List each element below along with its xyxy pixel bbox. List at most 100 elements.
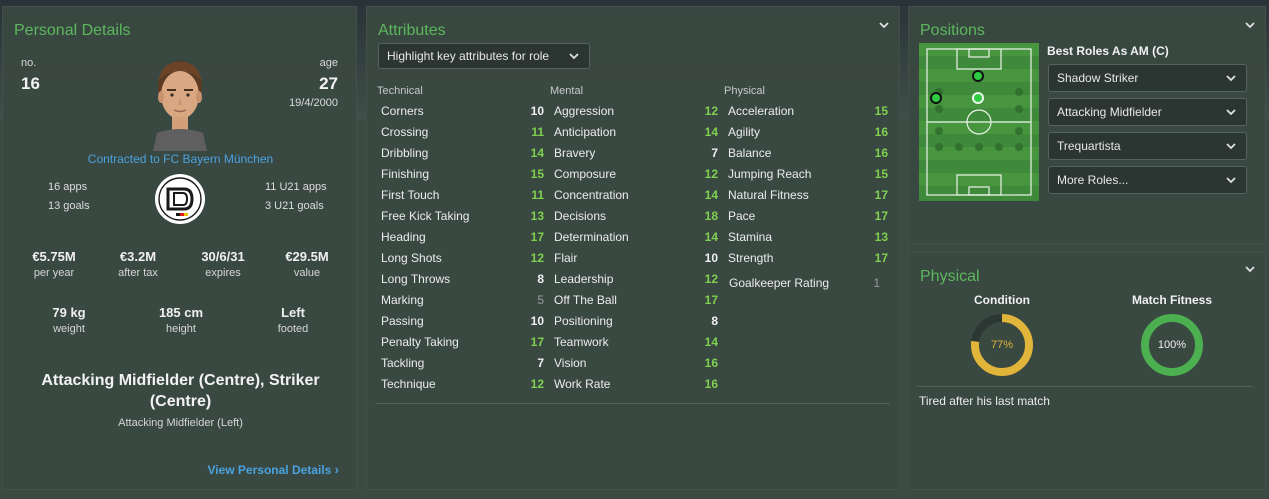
attribute-name: Free Kick Taking xyxy=(381,209,470,223)
role-dropdown-trequartista[interactable]: Trequartista xyxy=(1048,132,1247,160)
primary-positions: Attacking Midfielder (Centre), Striker (… xyxy=(41,372,320,410)
attribute-value: 17 xyxy=(874,188,888,202)
mental-attribute-row[interactable]: Concentration 14 xyxy=(550,185,722,206)
technical-attribute-row[interactable]: Heading 17 xyxy=(377,227,548,248)
attribute-name: Jumping Reach xyxy=(728,167,812,181)
role-dropdown-attacking-midfielder[interactable]: Attacking Midfielder xyxy=(1048,98,1247,126)
attributes-collapse-chevron-icon[interactable] xyxy=(877,18,891,32)
number-value: 16 xyxy=(21,74,40,93)
physical-attribute-row[interactable]: Pace 17 xyxy=(724,206,892,227)
physical-attribute-row[interactable]: Jumping Reach 15 xyxy=(724,164,892,185)
mental-attribute-row[interactable]: Flair 10 xyxy=(550,248,722,269)
attribute-value: 14 xyxy=(704,125,718,139)
attribute-name: Anticipation xyxy=(554,125,617,139)
attribute-name: Balance xyxy=(728,146,772,160)
technical-attribute-row[interactable]: Technique 12 xyxy=(377,374,548,395)
attribute-value: 12 xyxy=(704,272,718,286)
technical-attribute-row[interactable]: Long Throws 8 xyxy=(377,269,548,290)
attribute-name: Agility xyxy=(728,125,761,139)
mental-attribute-row[interactable]: Leadership 12 xyxy=(550,269,722,290)
attribute-name: Marking xyxy=(381,293,424,307)
mental-attribute-row[interactable]: Bravery 7 xyxy=(550,143,722,164)
physical-attribute-row[interactable]: Natural Fitness 17 xyxy=(724,185,892,206)
attribute-value: 16 xyxy=(874,146,888,160)
technical-attribute-row[interactable]: Free Kick Taking 13 xyxy=(377,206,548,227)
role-dropdown-shadow-striker[interactable]: Shadow Striker xyxy=(1048,64,1247,92)
technical-attribute-row[interactable]: Long Shots 12 xyxy=(377,248,548,269)
physical-attribute-row[interactable]: Agility 16 xyxy=(724,122,892,143)
attribute-value: 5 xyxy=(537,293,544,307)
role-label: Shadow Striker xyxy=(1057,71,1139,85)
mental-attribute-row[interactable]: Positioning 8 xyxy=(550,311,722,332)
physical-collapse-chevron-icon[interactable] xyxy=(1243,262,1257,276)
technical-attribute-row[interactable]: Penalty Taking 17 xyxy=(377,332,548,353)
attributes-title: Attributes xyxy=(378,22,446,39)
attribute-value: 8 xyxy=(537,272,544,286)
attribute-name: Leadership xyxy=(554,272,614,286)
mental-attribute-row[interactable]: Teamwork 14 xyxy=(550,332,722,353)
position-pitch-map[interactable] xyxy=(919,43,1039,201)
contract-text[interactable]: Contracted to FC Bayern München xyxy=(3,152,358,166)
attribute-name: Concentration xyxy=(554,188,629,202)
chevron-down-icon xyxy=(1226,177,1236,184)
national-team-crest-icon[interactable] xyxy=(154,173,206,225)
goals-count: 13 goals xyxy=(48,200,90,212)
positions-collapse-chevron-icon[interactable] xyxy=(1243,18,1257,32)
chevron-down-icon xyxy=(569,53,579,60)
goalkeeper-rating-row[interactable]: Goalkeeper Rating 1 xyxy=(724,273,892,294)
attribute-name: Corners xyxy=(381,104,424,118)
wage-label: per year xyxy=(33,267,75,279)
attribute-value: 12 xyxy=(704,104,718,118)
attribute-value: 7 xyxy=(711,146,718,160)
chevron-down-icon xyxy=(1226,75,1236,82)
more-roles-dropdown[interactable]: More Roles... xyxy=(1048,166,1247,194)
mental-attribute-row[interactable]: Work Rate 16 xyxy=(550,374,722,395)
mental-attribute-row[interactable]: Decisions 18 xyxy=(550,206,722,227)
mental-attribute-row[interactable]: Off The Ball 17 xyxy=(550,290,722,311)
technical-attribute-row[interactable]: Passing 10 xyxy=(377,311,548,332)
mental-attribute-row[interactable]: Composure 12 xyxy=(550,164,722,185)
attribute-value: 16 xyxy=(704,356,718,370)
attribute-value: 12 xyxy=(530,251,544,265)
mental-attribute-row[interactable]: Anticipation 14 xyxy=(550,122,722,143)
expires-label: expires xyxy=(205,267,241,279)
role-label: More Roles... xyxy=(1057,173,1129,187)
date-of-birth: 19/4/2000 xyxy=(289,97,338,109)
attribute-value: 8 xyxy=(711,314,718,328)
chevron-down-icon xyxy=(1226,109,1236,116)
attribute-value: 14 xyxy=(704,335,718,349)
highlight-key-attributes-dropdown[interactable]: Highlight key attributes for role xyxy=(378,43,590,69)
wage-value: €5.75M xyxy=(32,249,76,264)
physical-divider xyxy=(917,386,1253,387)
after-tax-value: €3.2M xyxy=(119,249,157,264)
secondary-positions: Attacking Midfielder (Left) xyxy=(118,417,243,429)
attribute-value: 10 xyxy=(530,104,544,118)
mental-attribute-row[interactable]: Vision 16 xyxy=(550,353,722,374)
number-label: no. xyxy=(21,57,37,69)
mental-attribute-row[interactable]: Aggression 12 xyxy=(550,101,722,122)
attribute-value: 13 xyxy=(530,209,544,223)
view-personal-details-link[interactable]: View Personal Details › xyxy=(207,462,339,477)
physical-attribute-row[interactable]: Stamina 13 xyxy=(724,227,892,248)
chevron-right-icon: › xyxy=(334,462,339,477)
technical-attribute-row[interactable]: Dribbling 14 xyxy=(377,143,548,164)
apps-count: 16 apps xyxy=(48,181,88,193)
technical-attribute-row[interactable]: Tackling 7 xyxy=(377,353,548,374)
attribute-name: Flair xyxy=(554,251,578,265)
physical-attribute-row[interactable]: Acceleration 15 xyxy=(724,101,892,122)
physical-title: Physical xyxy=(920,268,980,285)
technical-attribute-row[interactable]: Marking 5 xyxy=(377,290,548,311)
technical-attribute-row[interactable]: Crossing 11 xyxy=(377,122,548,143)
mental-attribute-row[interactable]: Determination 14 xyxy=(550,227,722,248)
technical-attribute-row[interactable]: Corners 10 xyxy=(377,101,548,122)
technical-attribute-row[interactable]: First Touch 11 xyxy=(377,185,548,206)
technical-attribute-row[interactable]: Finishing 15 xyxy=(377,164,548,185)
attribute-name: Long Throws xyxy=(381,272,451,286)
physical-attribute-row[interactable]: Strength 17 xyxy=(724,248,892,269)
physical-panel: Physical Condition 77% Match Fitness 100… xyxy=(908,252,1266,490)
physical-attribute-row[interactable]: Balance 16 xyxy=(724,143,892,164)
attribute-name: Determination xyxy=(554,230,629,244)
attribute-name: Positioning xyxy=(554,314,613,328)
attribute-name: Penalty Taking xyxy=(381,335,459,349)
value-label: value xyxy=(293,267,321,279)
